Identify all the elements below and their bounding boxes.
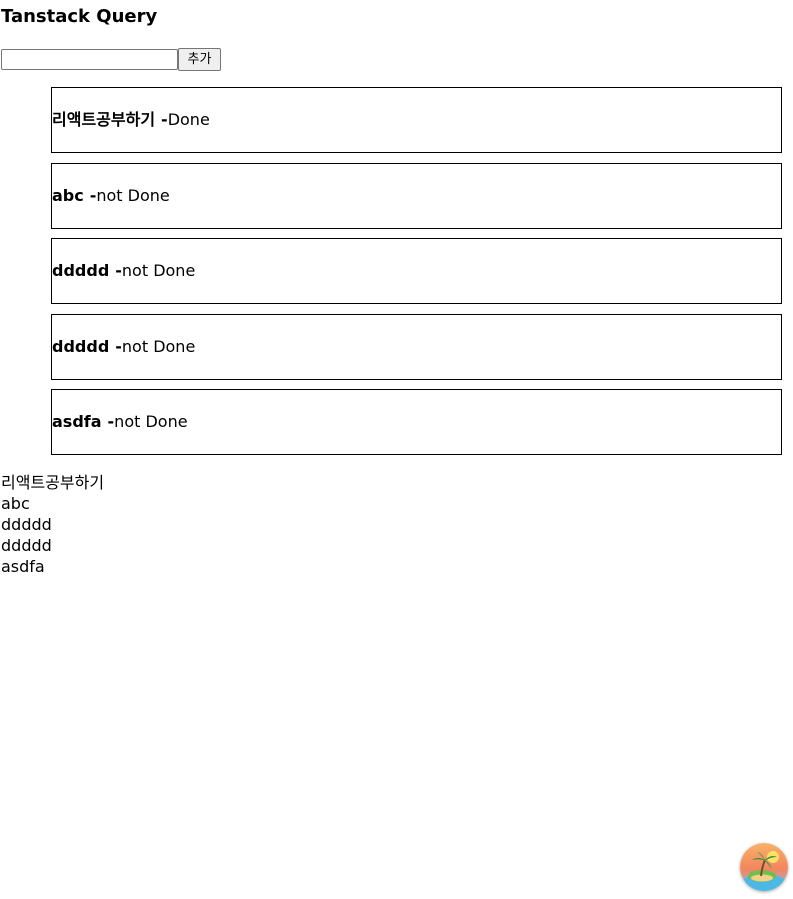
todo-separator: - bbox=[107, 412, 115, 431]
todo-status: not Done bbox=[114, 412, 188, 431]
todo-name: asdfa bbox=[52, 412, 102, 431]
todo-separator: - bbox=[115, 261, 122, 280]
todo-name: abc bbox=[52, 185, 84, 205]
list-item: ddddd bbox=[1, 515, 52, 534]
list-item: 리액트공부하기 bbox=[1, 473, 105, 492]
todo-title-list: 리액트공부하기 abc ddddd ddddd asdfa bbox=[1, 472, 104, 577]
tropical-island-icon bbox=[740, 843, 788, 891]
page-title: Tanstack Query bbox=[1, 6, 158, 27]
todo-status: not Done bbox=[121, 336, 196, 356]
todo-item: abc - not Done bbox=[51, 162, 782, 229]
add-todo-form: 추가 bbox=[1, 48, 221, 71]
todo-name: 리액트공부하기 bbox=[52, 110, 156, 129]
add-button[interactable]: 추가 bbox=[178, 48, 221, 71]
todo-status: Done bbox=[167, 110, 210, 129]
list-item: ddddd bbox=[1, 536, 52, 555]
todo-item: asdfa - not Done bbox=[51, 389, 782, 455]
list-item: asdfa bbox=[1, 557, 45, 576]
todo-separator: - bbox=[161, 110, 168, 129]
todo-name: ddddd bbox=[52, 336, 110, 356]
list-item: abc bbox=[1, 494, 30, 513]
todo-list: 리액트공부하기 - Done abc - not Done ddddd - no… bbox=[51, 87, 782, 465]
todo-separator: - bbox=[89, 185, 97, 205]
todo-name: ddddd bbox=[52, 261, 110, 280]
todo-item: ddddd - not Done bbox=[51, 313, 782, 380]
todo-status: not Done bbox=[121, 261, 196, 280]
todo-separator: - bbox=[115, 336, 122, 356]
todo-item: 리액트공부하기 - Done bbox=[51, 87, 782, 153]
devtools-toggle-button[interactable] bbox=[740, 843, 788, 891]
todo-input[interactable] bbox=[1, 49, 178, 70]
todo-item: ddddd - not Done bbox=[51, 238, 782, 304]
todo-status: not Done bbox=[96, 185, 170, 205]
